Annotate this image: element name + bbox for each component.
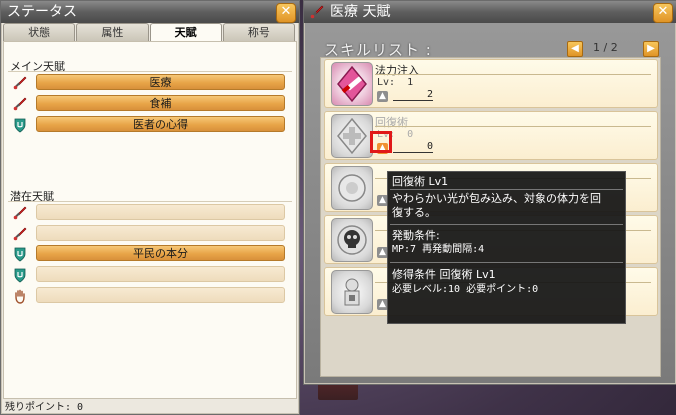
skill-tooltip: 回復術 Lv1 やわらかい光が包み込み、対象の体力を回 復する。 発動条件: M… — [387, 171, 626, 324]
mana-injection-icon — [331, 62, 373, 106]
hand-icon — [15, 289, 25, 304]
skill-name: 回復術 — [375, 116, 408, 129]
latent-talent-row — [12, 266, 288, 283]
status-window-titlebar[interactable]: ステータス ✕ — [1, 1, 299, 23]
divider — [390, 262, 623, 263]
medical-window-title: 医療 天賦 — [330, 4, 391, 20]
tooltip-title: 回復術 Lv1 — [392, 175, 449, 188]
tooltip-learn-detail: 必要レベル:10 必要ポイント:0 — [392, 284, 539, 295]
divider — [8, 71, 292, 72]
remaining-points: 残りポイント: 0 — [5, 402, 84, 413]
tab-titles[interactable]: 称号 — [222, 23, 295, 42]
tooltip-learn-title: 修得条件 回復術 Lv1 — [392, 268, 496, 281]
prev-page-button[interactable]: ◀ — [567, 41, 583, 57]
sword-icon — [13, 227, 27, 241]
next-page-button[interactable]: ▶ — [643, 41, 659, 57]
latent-talent-row — [12, 287, 288, 304]
up-arrow-icon[interactable]: ▲ — [377, 91, 388, 102]
talent-medical[interactable]: 医療 — [36, 74, 285, 90]
main-talent-row: 医者の心得 — [12, 116, 288, 133]
page-indicator: 1 / 2 — [593, 41, 618, 54]
tab-status[interactable]: 状態 — [3, 23, 76, 42]
latent-talent-slot[interactable] — [36, 266, 285, 282]
talent-doctor-spirit[interactable]: 医者の心得 — [36, 116, 285, 132]
talent-panel: メイン天賦 医療 食補 医者の心得 潜在天賦 平民の本分 — [3, 41, 297, 399]
medical-window-titlebar[interactable]: 医療 天賦 ✕ — [304, 1, 676, 23]
shield-icon — [14, 118, 26, 133]
sword-icon — [13, 76, 27, 90]
sword-icon — [310, 5, 324, 19]
tooltip-description-line2: 復する。 — [392, 206, 436, 219]
latent-talent-row — [12, 204, 288, 221]
skill-points: 0 — [393, 141, 433, 153]
latent-talent-slot[interactable] — [36, 204, 285, 220]
divider — [390, 189, 623, 190]
tooltip-activation-detail: MP:7 再発動間隔:4 — [392, 244, 485, 255]
status-window-title: ステータス — [7, 4, 77, 20]
close-icon[interactable]: ✕ — [653, 3, 673, 23]
shield-icon — [14, 268, 26, 283]
skill-icon — [331, 166, 373, 210]
latent-talent-slot[interactable] — [36, 287, 285, 303]
latent-talent-row — [12, 225, 288, 242]
healing-icon — [331, 114, 373, 158]
skill-level: Lv: 1 — [377, 77, 414, 88]
skill-icon — [331, 270, 373, 314]
divider — [375, 74, 651, 75]
main-talent-row: 食補 — [12, 95, 288, 112]
sword-icon — [13, 97, 27, 111]
tab-talents[interactable]: 天賦 — [149, 23, 222, 42]
tooltip-activation-title: 発動条件: — [392, 229, 440, 242]
skill-name: 法力注入 — [375, 64, 419, 77]
divider — [375, 126, 651, 127]
talent-food[interactable]: 食補 — [36, 95, 285, 111]
shield-icon — [14, 247, 26, 262]
divider — [390, 224, 623, 225]
skull-icon — [331, 218, 373, 262]
highlight-box — [370, 131, 392, 153]
tooltip-description-line1: やわらかい光が包み込み、対象の体力を回 — [392, 192, 601, 205]
tab-attributes[interactable]: 属性 — [76, 23, 149, 42]
main-talent-row: 医療 — [12, 74, 288, 91]
latent-talent-row: 平民の本分 — [12, 245, 288, 262]
skill-card[interactable]: 法力注入 Lv: 1 ▲ 2 — [324, 59, 658, 108]
divider — [8, 201, 292, 202]
close-icon[interactable]: ✕ — [276, 3, 296, 23]
status-tabs: 状態 属性 天賦 称号 — [3, 23, 296, 42]
skill-points: 2 — [393, 89, 433, 101]
sword-icon — [13, 206, 27, 220]
status-window: ステータス ✕ 状態 属性 天賦 称号 メイン天賦 医療 食補 医者の心得 潜在… — [0, 0, 300, 415]
latent-talent-slot[interactable] — [36, 225, 285, 241]
talent-commoner-duty[interactable]: 平民の本分 — [36, 245, 285, 261]
